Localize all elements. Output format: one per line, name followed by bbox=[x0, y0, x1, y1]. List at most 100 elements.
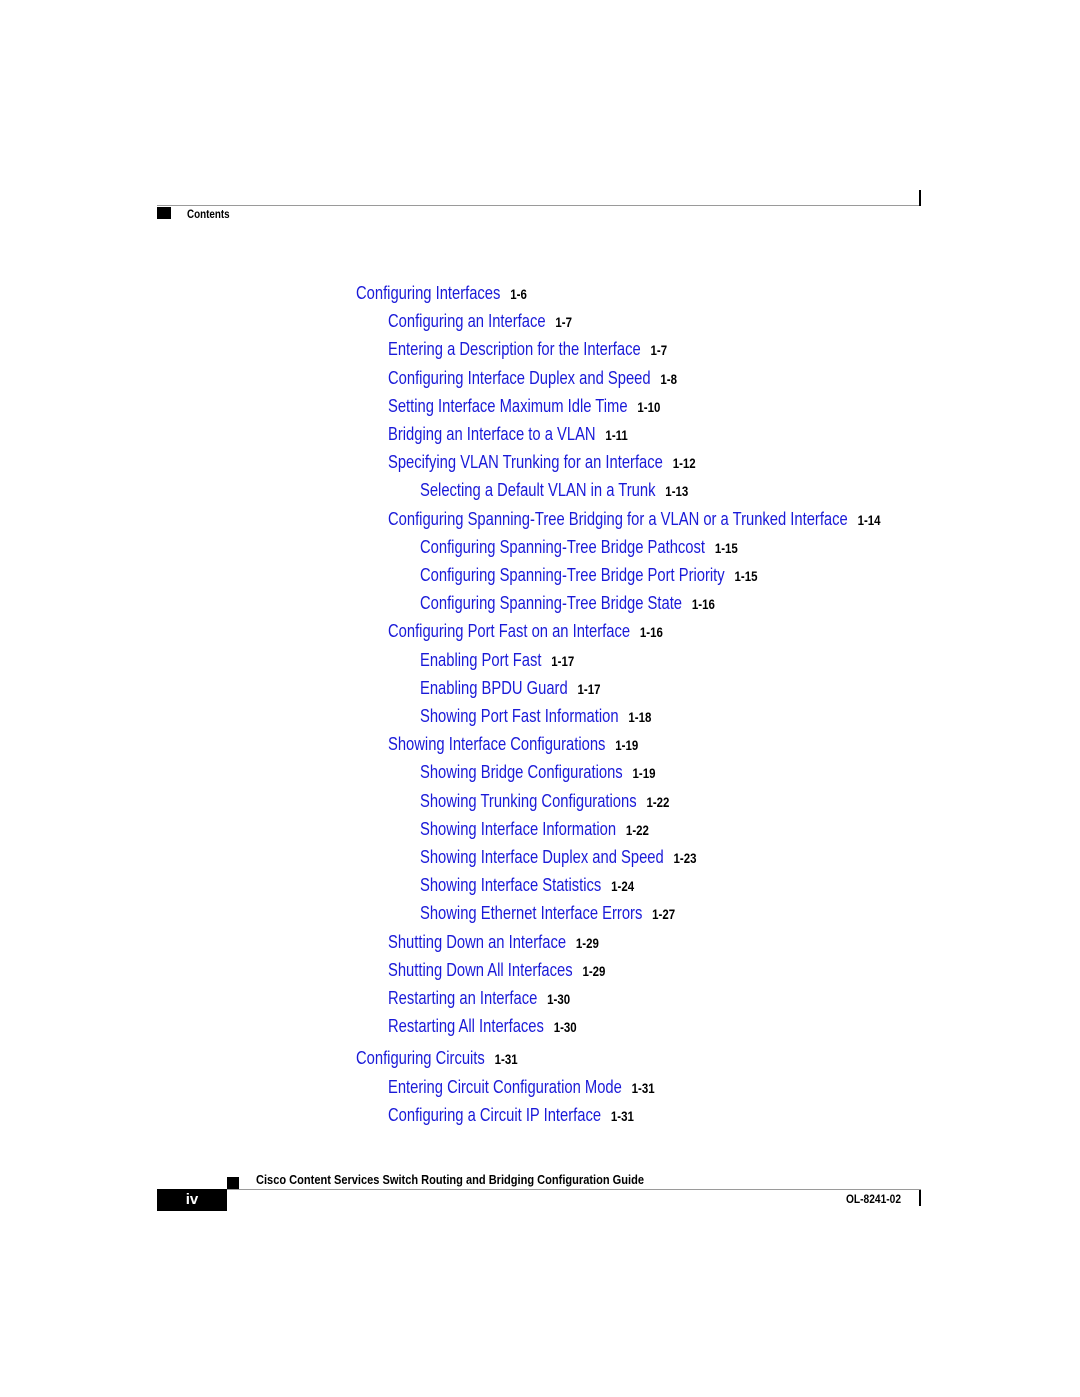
toc-entry[interactable]: Restarting All Interfaces 1-30 bbox=[388, 1015, 577, 1038]
toc-entry-page[interactable]: 1-15 bbox=[715, 540, 738, 556]
toc-entry-title[interactable]: Showing Ethernet Interface Errors bbox=[420, 903, 642, 923]
toc-entry[interactable]: Showing Interface Duplex and Speed 1-23 bbox=[420, 846, 697, 869]
toc-entry-page[interactable]: 1-19 bbox=[633, 765, 656, 781]
toc-entry[interactable]: Enabling Port Fast 1-17 bbox=[420, 649, 574, 672]
toc-entry-page[interactable]: 1-27 bbox=[652, 906, 675, 922]
toc-entry-title[interactable]: Restarting All Interfaces bbox=[388, 1016, 544, 1036]
toc-entry-page[interactable]: 1-31 bbox=[495, 1051, 518, 1067]
footer-margin-bar bbox=[919, 1190, 921, 1206]
toc-entry[interactable]: Configuring Spanning-Tree Bridge State 1-… bbox=[420, 592, 715, 615]
toc-entry-page[interactable]: 1-22 bbox=[646, 794, 669, 810]
toc-entry-title[interactable]: Configuring Spanning-Tree Bridging for a… bbox=[388, 509, 848, 529]
header-square-marker bbox=[157, 207, 171, 219]
toc-entry-title[interactable]: Configuring Spanning-Tree Bridge Pathcos… bbox=[420, 537, 705, 557]
toc-entry-title[interactable]: Showing Port Fast Information bbox=[420, 706, 619, 726]
footer-rule bbox=[227, 1189, 921, 1190]
toc-entry-title[interactable]: Shutting Down All Interfaces bbox=[388, 960, 573, 980]
toc-entry[interactable]: Configuring Interface Duplex and Speed 1-… bbox=[388, 367, 677, 390]
toc-entry-title[interactable]: Configuring Port Fast on an Interface bbox=[388, 621, 630, 641]
toc-entry-page[interactable]: 1-23 bbox=[674, 850, 697, 866]
toc-entry-title[interactable]: Configuring a Circuit IP Interface bbox=[388, 1105, 601, 1125]
toc-entry-title[interactable]: Entering a Description for the Interface bbox=[388, 339, 641, 359]
header-margin-bar bbox=[919, 190, 921, 206]
toc-entry-title[interactable]: Configuring Spanning-Tree Bridge State bbox=[420, 593, 682, 613]
toc-entry-page[interactable]: 1-24 bbox=[611, 878, 634, 894]
toc-entry-title[interactable]: Configuring an Interface bbox=[388, 311, 546, 331]
toc-entry-page[interactable]: 1-31 bbox=[632, 1080, 655, 1096]
toc-entry[interactable]: Entering Circuit Configuration Mode 1-31 bbox=[388, 1076, 655, 1099]
toc-entry[interactable]: Setting Interface Maximum Idle Time 1-10 bbox=[388, 395, 660, 418]
toc-entry-title[interactable]: Configuring Interfaces bbox=[356, 283, 500, 303]
toc-entry-title[interactable]: Configuring Interface Duplex and Speed bbox=[388, 368, 651, 388]
toc-entry-title[interactable]: Showing Interface Duplex and Speed bbox=[420, 847, 664, 867]
toc-entry-page[interactable]: 1-7 bbox=[651, 342, 668, 358]
toc-entry-title[interactable]: Configuring Circuits bbox=[356, 1048, 485, 1068]
toc-entry-page[interactable]: 1-11 bbox=[605, 427, 627, 443]
toc-entry[interactable]: Showing Trunking Configurations 1-22 bbox=[420, 790, 669, 813]
toc-entry[interactable]: Configuring Circuits 1-31 bbox=[356, 1047, 518, 1070]
toc-entry-title[interactable]: Showing Trunking Configurations bbox=[420, 791, 637, 811]
toc-entry-page[interactable]: 1-29 bbox=[582, 963, 605, 979]
toc-entry-page[interactable]: 1-31 bbox=[611, 1108, 634, 1124]
toc-entry-page[interactable]: 1-30 bbox=[547, 991, 570, 1007]
toc-entry-title[interactable]: Showing Bridge Configurations bbox=[420, 762, 623, 782]
toc-entry[interactable]: Showing Ethernet Interface Errors 1-27 bbox=[420, 902, 675, 925]
toc-entry-title[interactable]: Entering Circuit Configuration Mode bbox=[388, 1077, 622, 1097]
toc-entry-page[interactable]: 1-17 bbox=[551, 653, 574, 669]
toc-entry-page[interactable]: 1-12 bbox=[673, 455, 696, 471]
footer-doc-number: OL-8241-02 bbox=[846, 1192, 901, 1206]
toc-entry-title[interactable]: Showing Interface Configurations bbox=[388, 734, 605, 754]
toc-entry[interactable]: Configuring an Interface 1-7 bbox=[388, 310, 572, 333]
toc-entry[interactable]: Specifying VLAN Trunking for an Interfac… bbox=[388, 451, 696, 474]
toc-entry-title[interactable]: Enabling BPDU Guard bbox=[420, 678, 568, 698]
toc-entry-page[interactable]: 1-15 bbox=[734, 568, 757, 584]
toc-entry-page[interactable]: 1-10 bbox=[637, 399, 660, 415]
toc-entry-title[interactable]: Specifying VLAN Trunking for an Interfac… bbox=[388, 452, 663, 472]
toc-entry-page[interactable]: 1-16 bbox=[692, 596, 715, 612]
toc-entry-title[interactable]: Restarting an Interface bbox=[388, 988, 537, 1008]
header-rule bbox=[157, 205, 921, 206]
footer-book-title: Cisco Content Services Switch Routing an… bbox=[256, 1172, 644, 1187]
toc-entry-page[interactable]: 1-17 bbox=[578, 681, 601, 697]
toc-entry-page[interactable]: 1-13 bbox=[665, 483, 688, 499]
toc-entry-title[interactable]: Configuring Spanning-Tree Bridge Port Pr… bbox=[420, 565, 725, 585]
toc-entry-page[interactable]: 1-8 bbox=[660, 371, 677, 387]
toc-entry[interactable]: Entering a Description for the Interface… bbox=[388, 338, 667, 361]
toc-entry[interactable]: Enabling BPDU Guard 1-17 bbox=[420, 677, 601, 700]
toc-entry-page[interactable]: 1-7 bbox=[555, 314, 572, 330]
toc-entry-page[interactable]: 1-18 bbox=[628, 709, 651, 725]
toc-entry-title[interactable]: Showing Interface Statistics bbox=[420, 875, 601, 895]
toc-entry-title[interactable]: Setting Interface Maximum Idle Time bbox=[388, 396, 628, 416]
toc-entry[interactable]: Configuring Interfaces 1-6 bbox=[356, 282, 527, 305]
toc-entry[interactable]: Shutting Down All Interfaces 1-29 bbox=[388, 959, 605, 982]
toc-entry[interactable]: Configuring Port Fast on an Interface 1-1… bbox=[388, 620, 663, 643]
toc-entry-page[interactable]: 1-6 bbox=[510, 286, 527, 302]
toc-entry-title[interactable]: Shutting Down an Interface bbox=[388, 932, 566, 952]
toc-entry-page[interactable]: 1-19 bbox=[615, 737, 638, 753]
toc-entry-title[interactable]: Selecting a Default VLAN in a Trunk bbox=[420, 480, 655, 500]
toc-entry[interactable]: Shutting Down an Interface 1-29 bbox=[388, 931, 599, 954]
toc-entry-page[interactable]: 1-29 bbox=[576, 935, 599, 951]
toc-entry[interactable]: Showing Bridge Configurations 1-19 bbox=[420, 761, 655, 784]
toc-entry[interactable]: Showing Interface Information 1-22 bbox=[420, 818, 649, 841]
footer-square-marker bbox=[227, 1177, 239, 1189]
toc-entry[interactable]: Configuring a Circuit IP Interface 1-31 bbox=[388, 1104, 634, 1127]
toc-entry[interactable]: Selecting a Default VLAN in a Trunk 1-13 bbox=[420, 479, 688, 502]
toc-entry-title[interactable]: Bridging an Interface to a VLAN bbox=[388, 424, 596, 444]
toc-entry[interactable]: Configuring Spanning-Tree Bridge Port Pr… bbox=[420, 564, 757, 587]
footer-page-number: iv bbox=[157, 1189, 227, 1211]
toc-entry-page[interactable]: 1-14 bbox=[858, 512, 881, 528]
toc-entry[interactable]: Showing Port Fast Information 1-18 bbox=[420, 705, 651, 728]
toc-entry-page[interactable]: 1-16 bbox=[640, 624, 663, 640]
toc-entry-page[interactable]: 1-30 bbox=[554, 1019, 577, 1035]
toc-entry[interactable]: Configuring Spanning-Tree Bridge Pathcos… bbox=[420, 536, 738, 559]
toc-entry-page[interactable]: 1-22 bbox=[626, 822, 649, 838]
toc-entry[interactable]: Showing Interface Configurations 1-19 bbox=[388, 733, 638, 756]
toc-entry[interactable]: Bridging an Interface to a VLAN 1-11 bbox=[388, 423, 628, 446]
toc-entry[interactable]: Configuring Spanning-Tree Bridging for a… bbox=[388, 508, 881, 531]
toc-entry[interactable]: Showing Interface Statistics 1-24 bbox=[420, 874, 634, 897]
toc-entry-title[interactable]: Enabling Port Fast bbox=[420, 650, 541, 670]
toc-entry-title[interactable]: Showing Interface Information bbox=[420, 819, 616, 839]
header-section-label: Contents bbox=[187, 207, 230, 221]
toc-entry[interactable]: Restarting an Interface 1-30 bbox=[388, 987, 570, 1010]
